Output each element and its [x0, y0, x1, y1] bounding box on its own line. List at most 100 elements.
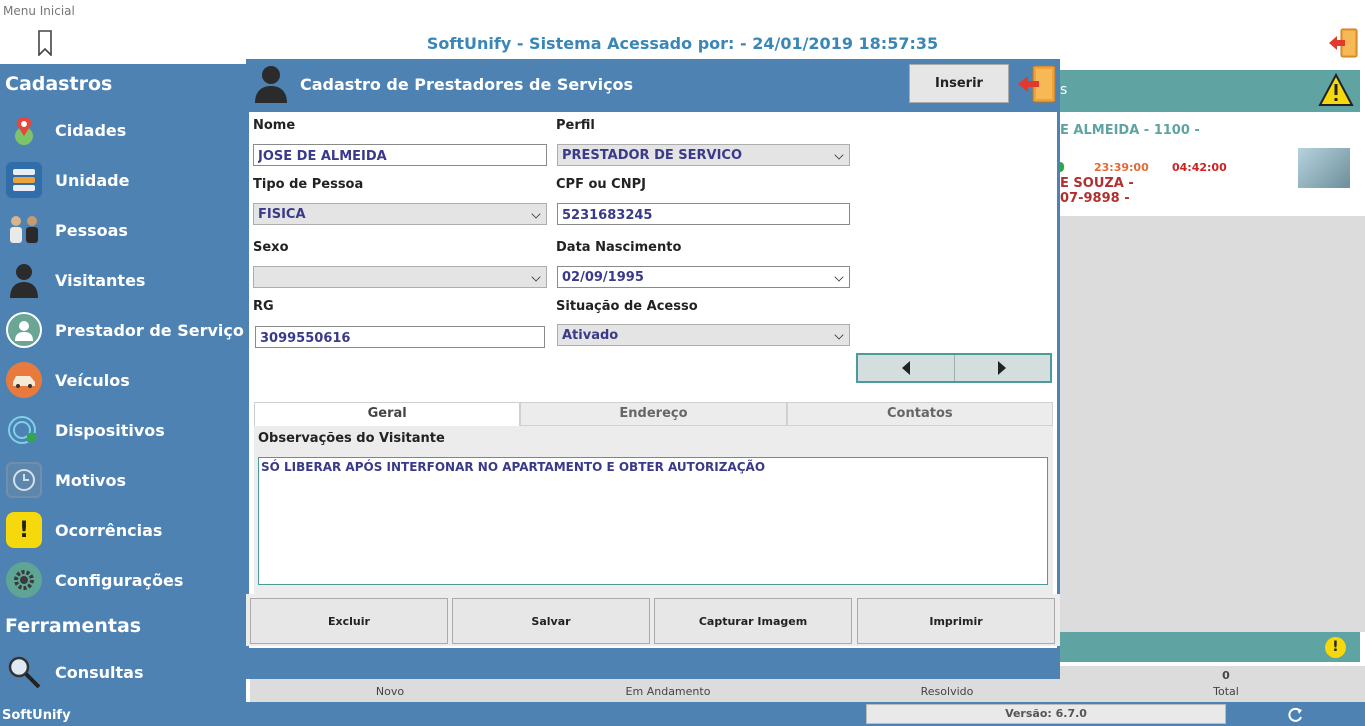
record-navigation: [856, 353, 1052, 383]
data-nascimento-picker[interactable]: 02/09/1995: [557, 266, 850, 288]
unit-icon: [6, 162, 42, 198]
sidebar-item-visitantes[interactable]: Visitantes: [0, 258, 246, 302]
situacao-label: Situação de Acesso: [556, 299, 698, 314]
sexo-select[interactable]: [253, 266, 547, 288]
person-icon: [255, 66, 287, 103]
chevron-down-icon: [834, 330, 844, 340]
perfil-select[interactable]: PRESTADOR DE SERVICO: [557, 144, 850, 166]
bg-panel-header-text: s: [1060, 82, 1068, 98]
situacao-value: Ativado: [562, 328, 619, 343]
delete-button[interactable]: Excluir: [250, 598, 448, 644]
sidebar-item-ocorrencias[interactable]: ! Ocorrências: [0, 508, 246, 552]
version-label: Versão: 6.7.0: [866, 704, 1226, 724]
nome-input[interactable]: [253, 144, 547, 166]
bg-card-name: E ALMEIDA - 1100 -: [1060, 123, 1200, 138]
save-button[interactable]: Salvar: [452, 598, 650, 644]
clock-icon: [6, 462, 42, 498]
sidebar-item-label: Veículos: [55, 370, 130, 390]
sexo-label: Sexo: [253, 240, 289, 255]
bg-card-line: 07-9898 -: [1060, 191, 1130, 206]
map-pin-icon: [6, 112, 42, 148]
section-ferramentas: Ferramentas: [5, 615, 142, 637]
perfil-value: PRESTADOR DE SERVICO: [562, 148, 743, 163]
sidebar-item-label: Pessoas: [55, 220, 128, 240]
sidebar-item-configuracoes[interactable]: Configurações: [0, 558, 246, 602]
refresh-icon[interactable]: [1285, 705, 1305, 725]
search-icon: [6, 654, 42, 690]
capture-image-button[interactable]: Capturar Imagem: [654, 598, 852, 644]
situacao-select[interactable]: Ativado: [557, 324, 850, 346]
sidebar-item-cidades[interactable]: Cidades: [0, 108, 246, 152]
sidebar-item-label: Prestador de Serviço: [55, 320, 244, 340]
person-photo: [1298, 148, 1350, 188]
exclamation-icon: !: [6, 512, 42, 548]
sidebar: Cadastros Cidades Unidade Pessoas Visita…: [0, 64, 246, 726]
sidebar-item-label: Visitantes: [55, 270, 146, 290]
sidebar-item-label: Ocorrências: [55, 520, 163, 540]
sidebar-item-dispositivos[interactable]: Dispositivos: [0, 408, 246, 452]
bg-access-card[interactable]: E ALMEIDA - 1100 - 23:39:00 04:42:00 E S…: [1060, 118, 1360, 216]
tab-contatos[interactable]: Contatos: [786, 402, 1053, 426]
observacoes-textarea[interactable]: SÓ LIBERAR APÓS INTERFONAR NO APARTAMENT…: [258, 457, 1048, 585]
app-name-footer: SoftUnify: [2, 708, 71, 723]
data-nascimento-label: Data Nascimento: [556, 240, 682, 255]
stat-total: 0 Total: [1213, 669, 1239, 698]
data-nascimento-value: 02/09/1995: [562, 270, 644, 285]
tipo-pessoa-select[interactable]: FISICA: [253, 203, 547, 225]
insert-button[interactable]: Inserir: [909, 64, 1009, 103]
status-dot: [1060, 162, 1064, 172]
sidebar-item-motivos[interactable]: Motivos: [0, 458, 246, 502]
triangle-left-icon: [901, 361, 910, 375]
tipo-pessoa-value: FISICA: [258, 207, 306, 222]
alert-icon: !: [1325, 637, 1346, 658]
dialog-actions: Excluir Salvar Capturar Imagem Imprimir: [246, 594, 1060, 646]
section-cadastros: Cadastros: [5, 73, 113, 95]
bg-content-area: [1060, 216, 1365, 632]
sidebar-item-consultas[interactable]: Consultas: [0, 650, 246, 694]
previous-record-button[interactable]: [858, 355, 955, 381]
exit-icon[interactable]: [1327, 28, 1359, 58]
bg-occurrences-header: [1060, 632, 1360, 662]
nome-label: Nome: [253, 118, 296, 133]
sidebar-item-veiculos[interactable]: Veículos: [0, 358, 246, 402]
chevron-down-icon: [834, 150, 844, 160]
close-dialog-icon[interactable]: [1017, 65, 1057, 103]
chevron-down-icon: [531, 209, 541, 219]
service-provider-dialog: Cadastro de Prestadores de Serviços Inse…: [246, 59, 1060, 679]
sidebar-item-pessoas[interactable]: Pessoas: [0, 208, 246, 252]
bg-card-time-in: 23:39:00: [1094, 161, 1149, 174]
sidebar-item-label: Consultas: [55, 662, 144, 682]
dialog-title: Cadastro de Prestadores de Serviços: [300, 75, 634, 94]
chevron-down-icon: [531, 272, 541, 282]
bg-panel-header: s: [1060, 70, 1360, 112]
print-button[interactable]: Imprimir: [857, 598, 1055, 644]
system-title: SoftUnify - Sistema Acessado por: - 24/0…: [426, 34, 939, 53]
people-icon: [6, 212, 42, 248]
sidebar-item-label: Dispositivos: [55, 420, 165, 440]
tab-strip: Geral Endereço Contatos: [254, 402, 1053, 426]
bg-card-line: E SOUZA -: [1060, 176, 1134, 191]
sidebar-item-label: Configurações: [55, 570, 184, 590]
menu-inicial-label[interactable]: Menu Inicial: [3, 4, 75, 18]
visitor-icon: [6, 262, 42, 298]
gear-icon: [6, 562, 42, 598]
rg-label: RG: [253, 299, 274, 314]
sidebar-item-label: Cidades: [55, 120, 127, 140]
sidebar-item-label: Unidade: [55, 170, 130, 190]
car-icon: [6, 362, 42, 398]
perfil-label: Perfil: [556, 118, 595, 133]
cpf-input[interactable]: [557, 203, 850, 225]
tab-geral[interactable]: Geral: [254, 402, 521, 426]
chevron-down-icon: [834, 272, 844, 282]
device-icon: [6, 412, 42, 448]
tab-endereco[interactable]: Endereço: [520, 402, 787, 426]
next-record-button[interactable]: [955, 355, 1051, 381]
warning-icon: [1318, 73, 1354, 106]
dialog-header: Cadastro de Prestadores de Serviços Inse…: [246, 59, 1060, 109]
bg-card-time-out: 04:42:00: [1172, 161, 1227, 174]
triangle-right-icon: [998, 361, 1007, 375]
rg-input[interactable]: [255, 326, 545, 348]
sidebar-item-prestador[interactable]: Prestador de Serviço: [0, 308, 246, 352]
service-provider-icon: [6, 312, 42, 348]
sidebar-item-unidade[interactable]: Unidade: [0, 158, 246, 202]
